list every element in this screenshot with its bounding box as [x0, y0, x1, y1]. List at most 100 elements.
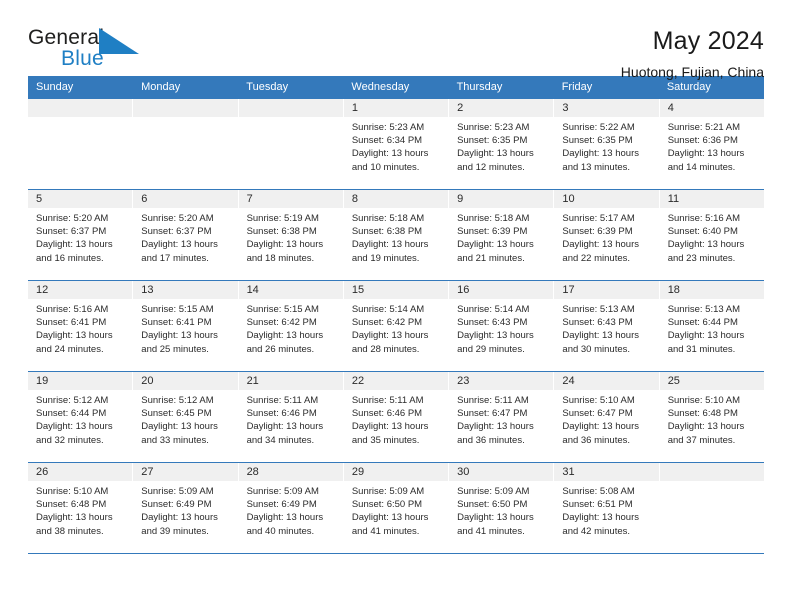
- calendar-day-cell[interactable]: 11 Sunrise: 5:16 AM Sunset: 6:40 PM Dayligh…: [659, 190, 764, 280]
- day-daylight-1-text: Daylight: 13 hours: [562, 330, 639, 342]
- calendar-day-cell[interactable]: 24 Sunrise: 5:10 AM Sunset: 6:47 PM Dayligh…: [554, 372, 660, 462]
- day-number-band: 21: [238, 372, 343, 390]
- day-daylight-2-text: and 30 minutes.: [562, 343, 631, 355]
- day-number: 9: [457, 193, 464, 205]
- day-daylight-2-text: and 35 minutes.: [351, 434, 420, 446]
- day-sunrise-text: Sunrise: 5:09 AM: [457, 486, 530, 497]
- calendar-week-row: 19 Sunrise: 5:12 AM Sunset: 6:44 PM Dayligh…: [28, 371, 764, 462]
- page-header: General Blue May 2024 Huotong, Fujian, C…: [28, 0, 764, 80]
- day-sunset-text: Sunset: 6:42 PM: [351, 317, 423, 329]
- day-number: 31: [562, 466, 575, 478]
- day-daylight-1-text: Daylight: 13 hours: [246, 421, 324, 433]
- calendar-day-cell[interactable]: 7 Sunrise: 5:19 AM Sunset: 6:38 PM Daylight…: [238, 190, 344, 280]
- day-sunset-text: Sunset: 6:41 PM: [141, 317, 212, 329]
- calendar-day-cell[interactable]: 29 Sunrise: 5:09 AM Sunset: 6:50 PM Dayligh…: [343, 463, 450, 553]
- calendar-day-cell[interactable]: 4 Sunrise: 5:21 AM Sunset: 6:36 PM Daylight…: [659, 99, 764, 189]
- day-sunset-text: Sunset: 6:42 PM: [246, 317, 317, 329]
- calendar-day-cell[interactable]: 30 Sunrise: 5:09 AM Sunset: 6:50 PM Dayligh…: [449, 463, 555, 553]
- day-sunrise-text: Sunrise: 5:15 AM: [246, 304, 319, 315]
- day-number-band: 31: [554, 463, 659, 481]
- calendar-day-cell[interactable]: 18 Sunrise: 5:13 AM Sunset: 6:44 PM Dayligh…: [659, 281, 764, 371]
- day-details: Sunrise: 5:13 AM Sunset: 6:43 PM Daylight:…: [554, 299, 658, 356]
- day-daylight-1-text: Daylight: 13 hours: [562, 421, 639, 433]
- calendar-day-cell[interactable]: 23 Sunrise: 5:11 AM Sunset: 6:47 PM Dayligh…: [449, 372, 555, 462]
- calendar-day-cell[interactable]: 5 Sunrise: 5:20 AM Sunset: 6:37 PM Daylight…: [28, 190, 134, 280]
- day-number-band: 9: [449, 190, 554, 208]
- day-details: Sunrise: 5:20 AM Sunset: 6:37 PM Daylight:…: [133, 208, 237, 265]
- day-number: 13: [141, 284, 154, 296]
- day-number-band: 24: [554, 372, 659, 390]
- day-details: Sunrise: 5:11 AM Sunset: 6:47 PM Daylight:…: [449, 390, 553, 447]
- day-sunset-text: Sunset: 6:47 PM: [562, 408, 633, 420]
- day-number-band: 20: [133, 372, 238, 390]
- calendar-day-cell[interactable]: 17 Sunrise: 5:13 AM Sunset: 6:43 PM Dayligh…: [554, 281, 660, 371]
- day-daylight-2-text: and 26 minutes.: [246, 343, 315, 355]
- day-details: Sunrise: 5:23 AM Sunset: 6:34 PM Daylight:…: [344, 117, 448, 174]
- dow-monday: Monday: [141, 81, 181, 93]
- day-number: 27: [141, 466, 154, 478]
- day-number: 3: [562, 102, 569, 114]
- day-daylight-2-text: and 42 minutes.: [562, 525, 631, 537]
- calendar-day-cell[interactable]: 1 Sunrise: 5:23 AM Sunset: 6:34 PM Daylight…: [343, 99, 450, 189]
- calendar-day-cell[interactable]: 31 Sunrise: 5:08 AM Sunset: 6:51 PM Dayligh…: [554, 463, 660, 553]
- calendar-day-cell[interactable]: 12 Sunrise: 5:16 AM Sunset: 6:41 PM Dayligh…: [28, 281, 134, 371]
- calendar-day-cell[interactable]: 9 Sunrise: 5:18 AM Sunset: 6:39 PM Daylight…: [449, 190, 555, 280]
- calendar-day-cell[interactable]: 16 Sunrise: 5:14 AM Sunset: 6:43 PM Dayligh…: [449, 281, 555, 371]
- calendar-day-cell[interactable]: 25 Sunrise: 5:10 AM Sunset: 6:48 PM Dayligh…: [659, 372, 764, 462]
- day-sunrise-text: Sunrise: 5:20 AM: [36, 213, 109, 224]
- day-number-band: 18: [659, 281, 764, 299]
- day-daylight-2-text: and 12 minutes.: [457, 161, 525, 173]
- calendar-day-cell[interactable]: 3 Sunrise: 5:22 AM Sunset: 6:35 PM Daylight…: [554, 99, 660, 189]
- day-number-band: 27: [133, 463, 238, 481]
- day-daylight-1-text: Daylight: 13 hours: [141, 330, 218, 342]
- day-details: Sunrise: 5:11 AM Sunset: 6:46 PM Daylight:…: [239, 390, 343, 447]
- calendar-day-cell[interactable]: 13 Sunrise: 5:15 AM Sunset: 6:41 PM Dayligh…: [133, 281, 239, 371]
- calendar-day-cell[interactable]: 15 Sunrise: 5:14 AM Sunset: 6:42 PM Dayligh…: [343, 281, 450, 371]
- day-number: 25: [667, 375, 680, 387]
- dow-thursday: Thursday: [456, 81, 503, 93]
- calendar-day-cell[interactable]: 20 Sunrise: 5:12 AM Sunset: 6:45 PM Dayligh…: [133, 372, 239, 462]
- day-daylight-2-text: and 19 minutes.: [351, 252, 420, 264]
- day-sunset-text: Sunset: 6:44 PM: [36, 408, 107, 420]
- day-sunset-text: Sunset: 6:51 PM: [562, 499, 633, 511]
- calendar-day-cell[interactable]: 26 Sunrise: 5:10 AM Sunset: 6:48 PM Dayligh…: [28, 463, 134, 553]
- day-daylight-2-text: and 41 minutes.: [351, 525, 420, 537]
- day-number: 16: [457, 284, 470, 296]
- calendar-day-cell[interactable]: 6 Sunrise: 5:20 AM Sunset: 6:37 PM Daylight…: [133, 190, 239, 280]
- day-number-band: 14: [238, 281, 343, 299]
- day-number: 5: [36, 193, 43, 205]
- calendar-day-cell[interactable]: 19 Sunrise: 5:12 AM Sunset: 6:44 PM Dayligh…: [28, 372, 134, 462]
- day-number: 19: [36, 375, 49, 387]
- day-number-band: 5: [28, 190, 133, 208]
- day-daylight-1-text: Daylight: 13 hours: [351, 512, 429, 524]
- day-number-band: 7: [238, 190, 343, 208]
- day-daylight-1-text: Daylight: 13 hours: [667, 330, 745, 342]
- calendar-day-cell[interactable]: 21 Sunrise: 5:11 AM Sunset: 6:46 PM Dayligh…: [238, 372, 344, 462]
- day-sunrise-text: Sunrise: 5:12 AM: [141, 395, 214, 406]
- day-number: 7: [246, 193, 253, 205]
- calendar-day-cell[interactable]: 22 Sunrise: 5:11 AM Sunset: 6:46 PM Dayligh…: [343, 372, 450, 462]
- day-daylight-2-text: and 29 minutes.: [457, 343, 525, 355]
- calendar-day-cell[interactable]: 27 Sunrise: 5:09 AM Sunset: 6:49 PM Dayligh…: [133, 463, 239, 553]
- calendar-day-cell[interactable]: 14 Sunrise: 5:15 AM Sunset: 6:42 PM Dayligh…: [238, 281, 344, 371]
- day-daylight-1-text: Daylight: 13 hours: [457, 512, 534, 524]
- day-number: 26: [36, 466, 49, 478]
- day-daylight-2-text: and 24 minutes.: [36, 343, 104, 355]
- day-daylight-1-text: Daylight: 13 hours: [562, 239, 639, 251]
- day-daylight-1-text: Daylight: 13 hours: [351, 239, 429, 251]
- day-sunrise-text: Sunrise: 5:09 AM: [246, 486, 319, 497]
- day-number: 15: [351, 284, 365, 296]
- calendar-day-cell[interactable]: 28 Sunrise: 5:09 AM Sunset: 6:49 PM Dayligh…: [238, 463, 344, 553]
- calendar-day-cell[interactable]: 10 Sunrise: 5:17 AM Sunset: 6:39 PM Dayligh…: [554, 190, 660, 280]
- day-number: 14: [246, 284, 259, 296]
- general-blue-logo[interactable]: General Blue: [28, 26, 143, 76]
- day-daylight-1-text: Daylight: 13 hours: [457, 330, 534, 342]
- page-title: May 2024: [652, 27, 764, 55]
- day-sunset-text: Sunset: 6:43 PM: [562, 317, 633, 329]
- day-daylight-2-text: and 40 minutes.: [246, 525, 315, 537]
- day-daylight-2-text: and 10 minutes.: [351, 161, 420, 173]
- day-number-band: 2: [449, 99, 554, 117]
- calendar-day-cell[interactable]: 8 Sunrise: 5:18 AM Sunset: 6:38 PM Daylight…: [343, 190, 450, 280]
- calendar-day-cell[interactable]: 2 Sunrise: 5:23 AM Sunset: 6:35 PM Daylight…: [449, 99, 555, 189]
- day-sunrise-text: Sunrise: 5:15 AM: [141, 304, 214, 315]
